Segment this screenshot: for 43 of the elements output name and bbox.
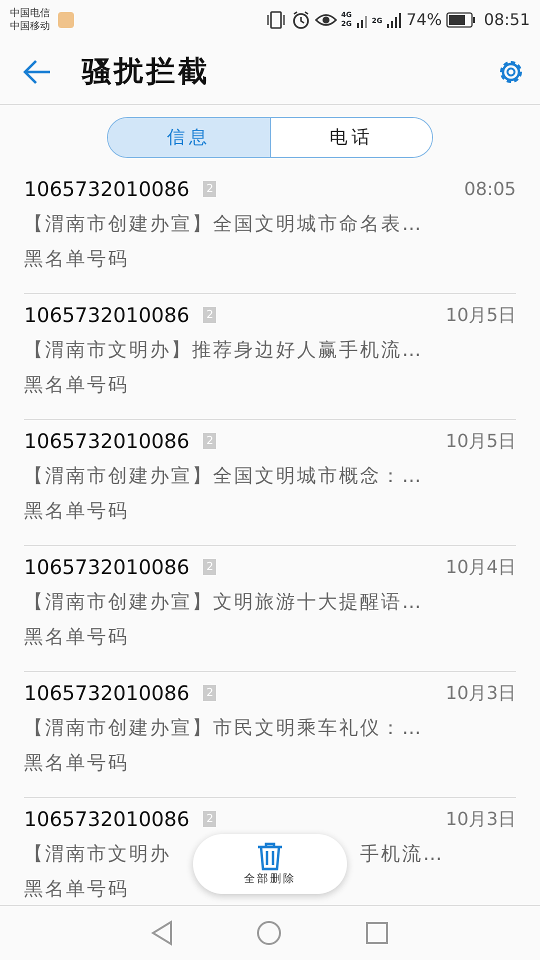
tab[interactable]: 电话 <box>270 118 432 157</box>
trash-icon <box>255 840 285 871</box>
message-preview: 【渭南市文明办】推荐身边好人赢手机流… <box>24 338 424 363</box>
home-nav-icon[interactable] <box>256 920 282 946</box>
blacklist-label: 黑名单号码 <box>24 624 129 650</box>
sender-number: 1065732010086 <box>24 428 190 455</box>
battery-percent: 74% <box>406 9 442 31</box>
sender-number: 1065732010086 <box>24 176 190 203</box>
blacklist-label: 黑名单号码 <box>24 246 129 272</box>
blacklist-label: 黑名单号码 <box>24 498 129 524</box>
page-title: 骚扰拦截 <box>82 53 211 90</box>
back-nav-icon[interactable] <box>151 920 174 946</box>
clock: 08:51 <box>484 9 530 31</box>
message-preview: 【渭南市创建办宣】全国文明城市命名表… <box>24 212 424 237</box>
carrier-name: 中国移动 <box>10 20 50 33</box>
blacklist-label: 黑名单号码 <box>24 876 129 902</box>
alarm-icon <box>291 10 312 30</box>
message-preview: 【渭南市创建办宣】全国文明城市概念：… <box>24 464 424 489</box>
message-time: 10月4日 <box>446 556 516 580</box>
back-icon[interactable] <box>22 59 52 85</box>
message-preview: 【渭南市创建办宣】市民文明乘车礼仪：… <box>24 716 424 741</box>
sender-number: 1065732010086 <box>24 554 190 581</box>
message-time: 10月5日 <box>446 430 516 454</box>
vibrate-icon <box>265 10 288 30</box>
carrier-name: 中国电信 <box>10 7 50 20</box>
notification-icon <box>58 12 74 28</box>
battery-icon <box>446 12 476 28</box>
recents-nav-icon[interactable] <box>364 921 389 945</box>
message-preview: 【渭南市文明办 <box>24 842 171 867</box>
message-time: 10月3日 <box>446 682 516 706</box>
message-time: 10月3日 <box>446 808 516 832</box>
message-preview: 手机流… <box>360 842 444 867</box>
message-time: 08:05 <box>464 178 516 202</box>
blacklist-label: 黑名单号码 <box>24 372 129 398</box>
eye-icon <box>315 12 338 28</box>
message-time: 10月5日 <box>446 304 516 328</box>
blacklist-label: 黑名单号码 <box>24 750 129 776</box>
sender-number: 1065732010086 <box>24 680 190 707</box>
message-preview: 【渭南市创建办宣】文明旅游十大提醒语… <box>24 590 424 615</box>
sender-number: 1065732010086 <box>24 302 190 329</box>
delete-all-button[interactable]: 全部删除 <box>193 834 347 894</box>
signal-icon <box>386 11 402 29</box>
sender-number: 1065732010086 <box>24 806 190 833</box>
